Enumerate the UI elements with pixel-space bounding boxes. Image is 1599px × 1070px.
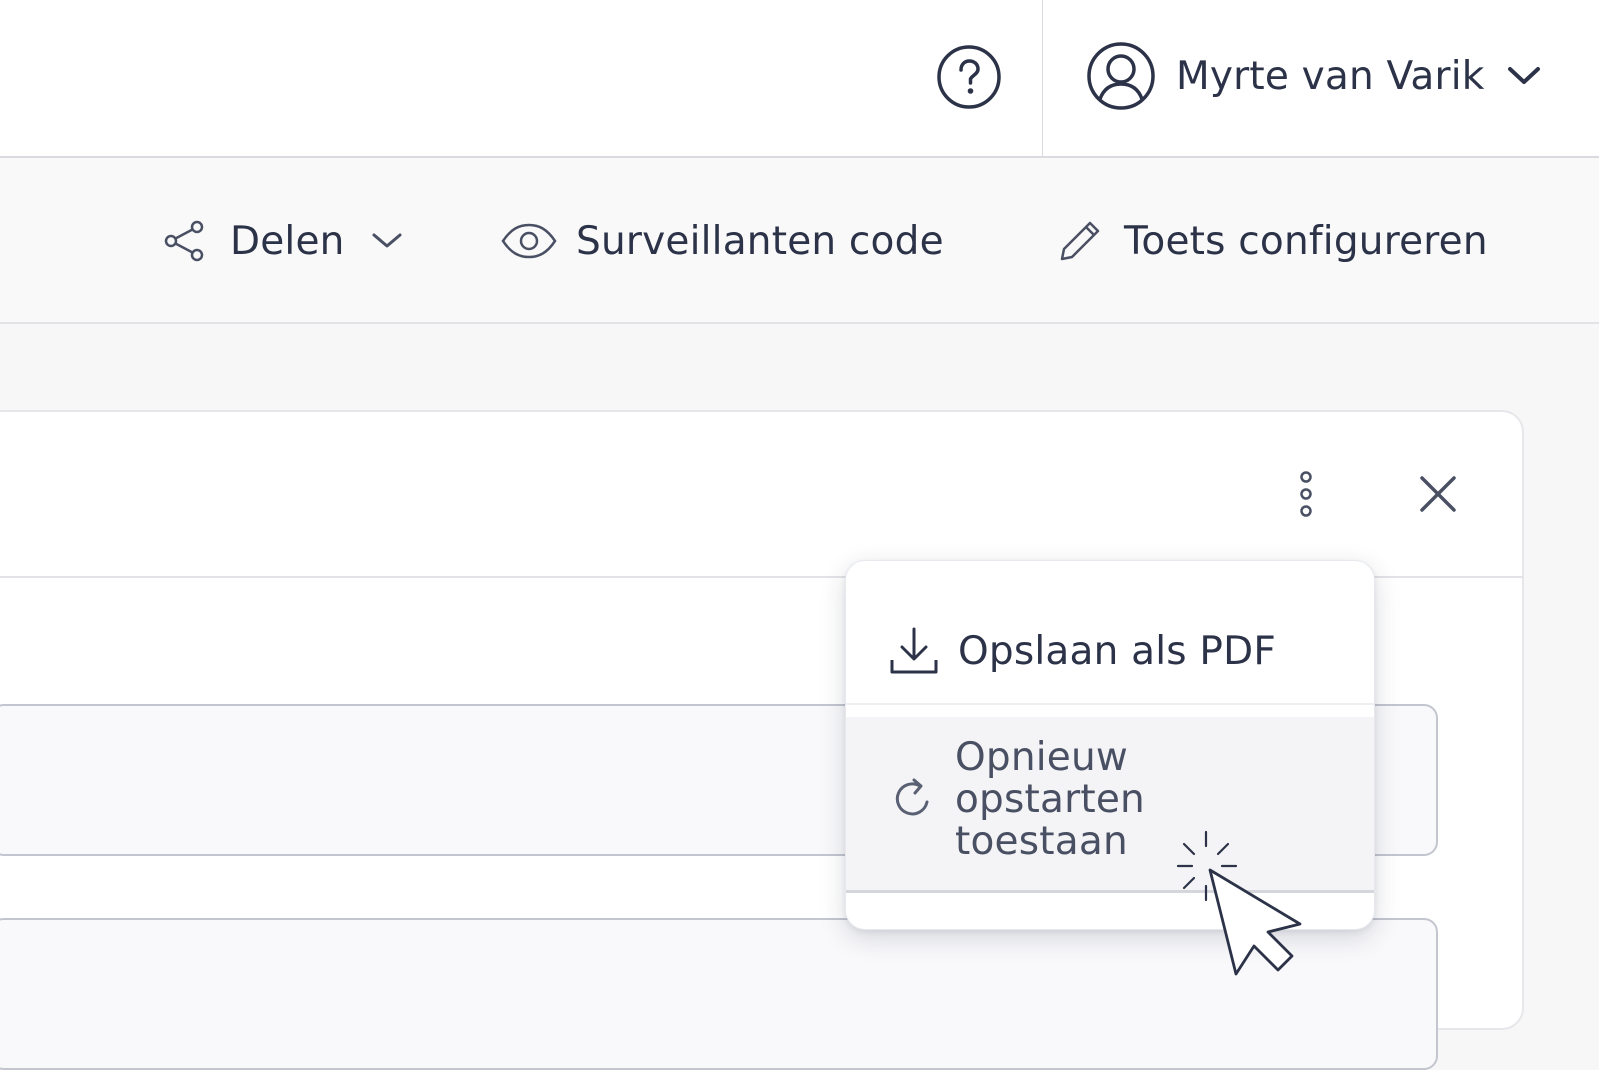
close-button[interactable] [1410,466,1466,522]
menu-item-allow-restart[interactable]: Opnieuw opstarten toestaan [846,717,1374,893]
proctor-code-button[interactable]: Surveillanten code [500,211,944,271]
share-button[interactable]: Delen [162,211,403,271]
toolbar: Delen Surveillanten code Toets configure… [0,158,1599,324]
list-item[interactable] [0,918,1438,1070]
more-vertical-icon [1300,471,1312,517]
question-circle-icon [937,45,1001,109]
menu-divider [846,703,1374,705]
user-circle-icon [1087,42,1155,110]
close-icon [1420,476,1456,512]
menu-item-save-pdf[interactable]: Opslaan als PDF [846,601,1374,701]
user-name: Myrte van Varik [1176,53,1485,99]
chevron-down-icon [1507,66,1541,86]
help-button[interactable] [936,44,1002,110]
save-pdf-label: Opslaan als PDF [958,628,1276,674]
eye-icon [501,223,557,259]
share-label: Delen [230,218,345,264]
configure-test-button[interactable]: Toets configureren [1054,211,1488,271]
options-dropdown: Opslaan als PDF Opnieuw opstarten toesta… [845,560,1375,930]
allow-restart-label: Opnieuw opstarten toestaan [955,735,1145,864]
user-menu[interactable]: Myrte van Varik [1086,40,1541,112]
more-options-button[interactable] [1290,466,1322,522]
share-icon [164,220,204,262]
pencil-icon [1060,221,1100,261]
refresh-icon [888,775,940,823]
top-bar: Myrte van Varik [0,0,1599,158]
chevron-down-icon [372,233,402,248]
top-divider [1042,0,1043,156]
proctor-code-label: Surveillanten code [576,218,944,264]
download-icon [888,626,940,676]
configure-test-label: Toets configureren [1124,218,1488,264]
